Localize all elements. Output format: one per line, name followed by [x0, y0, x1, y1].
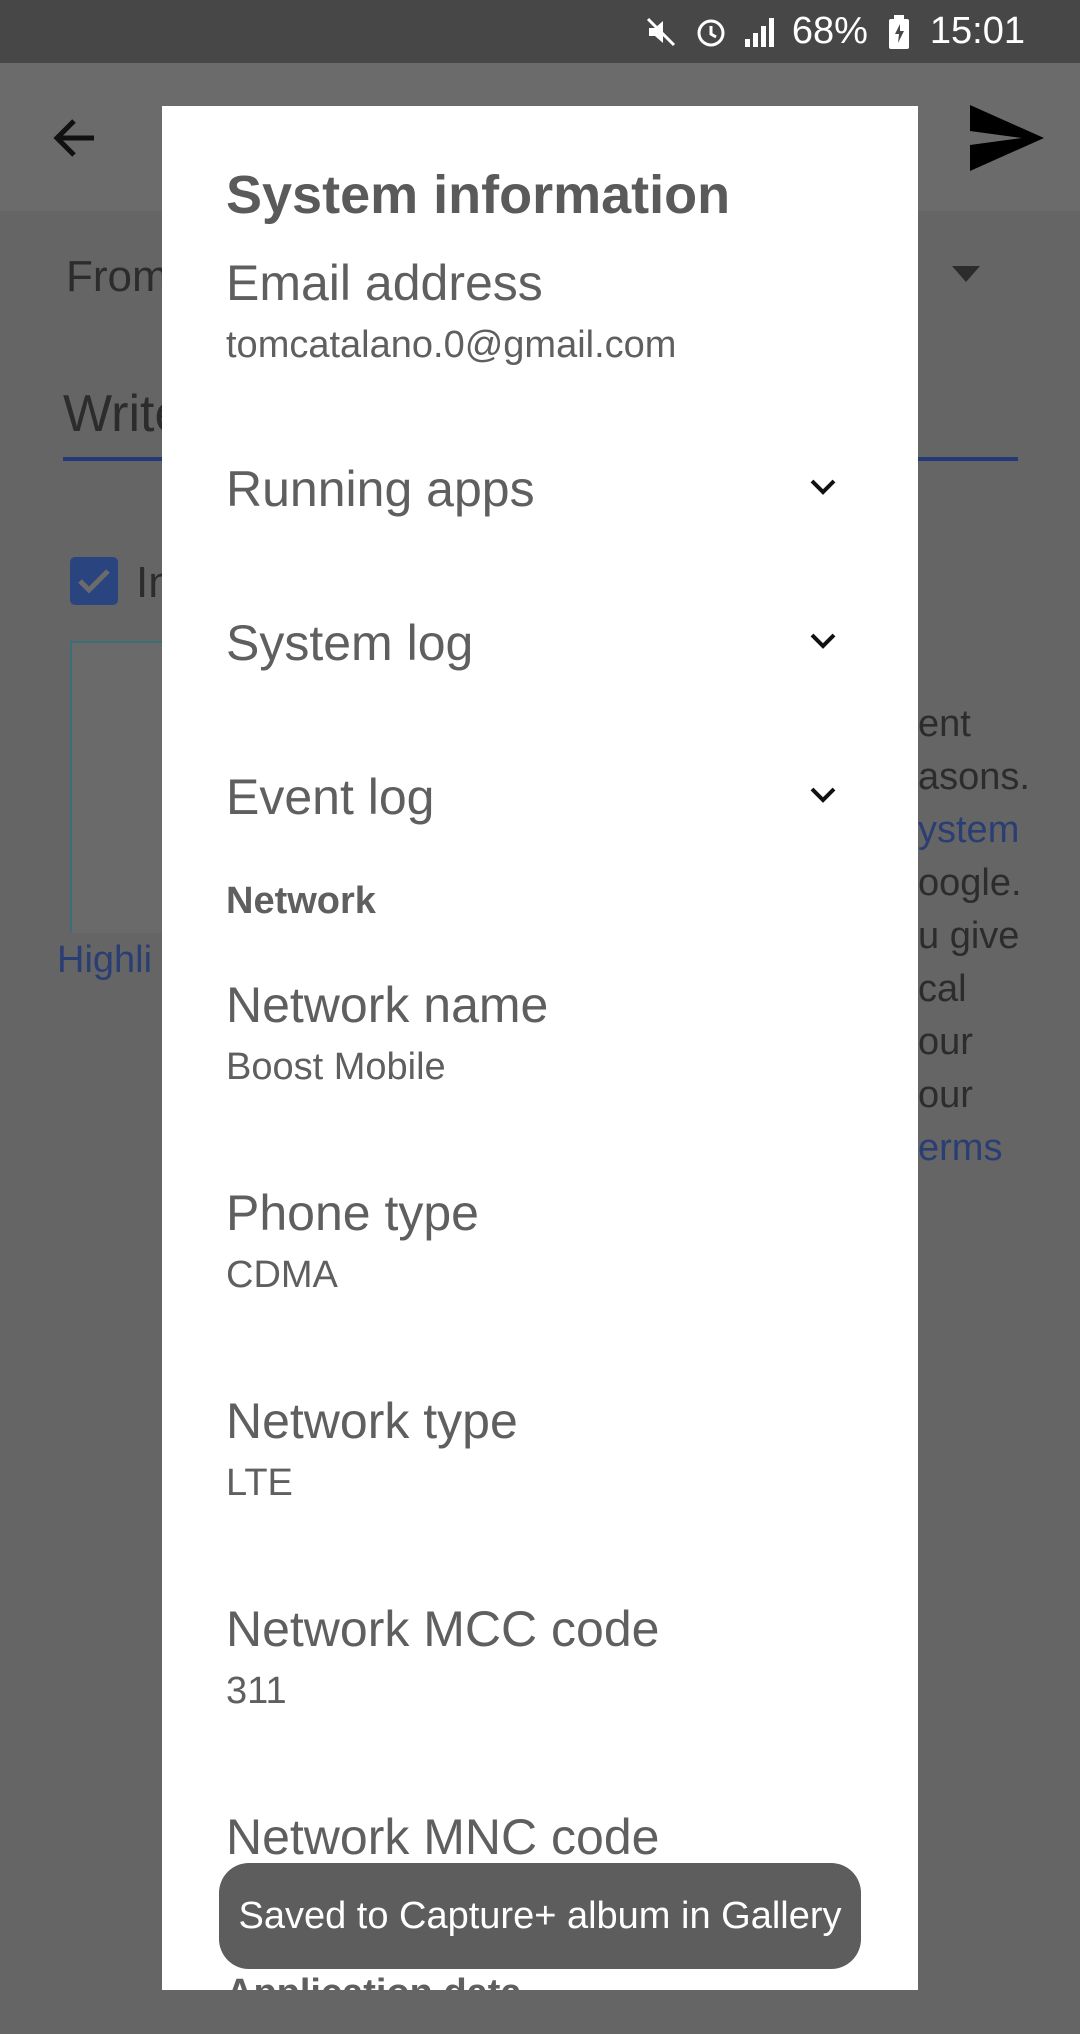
clock: 15:01 — [929, 10, 1025, 52]
side-text-4: oogle. — [918, 862, 1022, 904]
chevron-down-icon[interactable] — [804, 776, 842, 814]
phone-type-label: Phone type — [226, 1185, 479, 1241]
running-apps-label: Running apps — [226, 461, 535, 517]
network-type-value: LTE — [226, 1462, 293, 1504]
email-address-label: Email address — [226, 255, 543, 311]
side-link-terms[interactable]: erms — [918, 1127, 1002, 1170]
highlight-link[interactable]: Highli — [57, 939, 152, 982]
network-type-label: Network type — [226, 1393, 518, 1449]
chevron-down-icon[interactable] — [804, 468, 842, 506]
dialog-title: System information — [226, 165, 731, 225]
side-text-1: ent — [918, 703, 971, 745]
network-mcc-label: Network MCC code — [226, 1601, 660, 1657]
network-name-label: Network name — [226, 977, 549, 1033]
network-section-header: Network — [226, 880, 376, 922]
side-text-5: u give — [918, 915, 1020, 957]
side-text-8: our — [918, 1074, 973, 1116]
network-name-value: Boost Mobile — [226, 1046, 446, 1088]
chevron-down-icon[interactable] — [804, 622, 842, 660]
side-text-6: cal — [918, 968, 967, 1010]
signal-icon — [742, 13, 780, 51]
toast-message: Saved to Capture+ album in Gallery — [219, 1863, 861, 1969]
network-mnc-label: Network MNC code — [226, 1809, 660, 1865]
send-icon[interactable] — [968, 103, 1046, 173]
battery-percent: 68% — [791, 10, 868, 52]
system-log-label: System log — [226, 615, 474, 671]
phone-type-value: CDMA — [226, 1254, 338, 1296]
battery-icon — [880, 13, 918, 51]
email-address-value: tomcatalano.0@gmail.com — [226, 324, 677, 366]
network-mcc-value: 311 — [226, 1670, 287, 1712]
from-label: From — [66, 252, 169, 301]
dropdown-arrow-icon — [952, 266, 980, 287]
include-checkbox[interactable] — [70, 557, 118, 605]
application-data-section-header: Application data — [226, 1972, 522, 1990]
side-link-system[interactable]: ystem — [918, 809, 1019, 852]
mute-icon — [642, 13, 680, 51]
alarm-icon — [692, 13, 730, 51]
screenshot-thumbnail[interactable] — [70, 641, 164, 933]
back-arrow-icon[interactable] — [48, 111, 102, 165]
side-text-2: asons. — [918, 756, 1030, 798]
event-log-label: Event log — [226, 769, 435, 825]
side-text-7: our — [918, 1021, 973, 1063]
status-bar: 68% 15:01 — [0, 0, 1080, 63]
system-information-dialog: System information Email address tomcata… — [162, 106, 918, 1990]
